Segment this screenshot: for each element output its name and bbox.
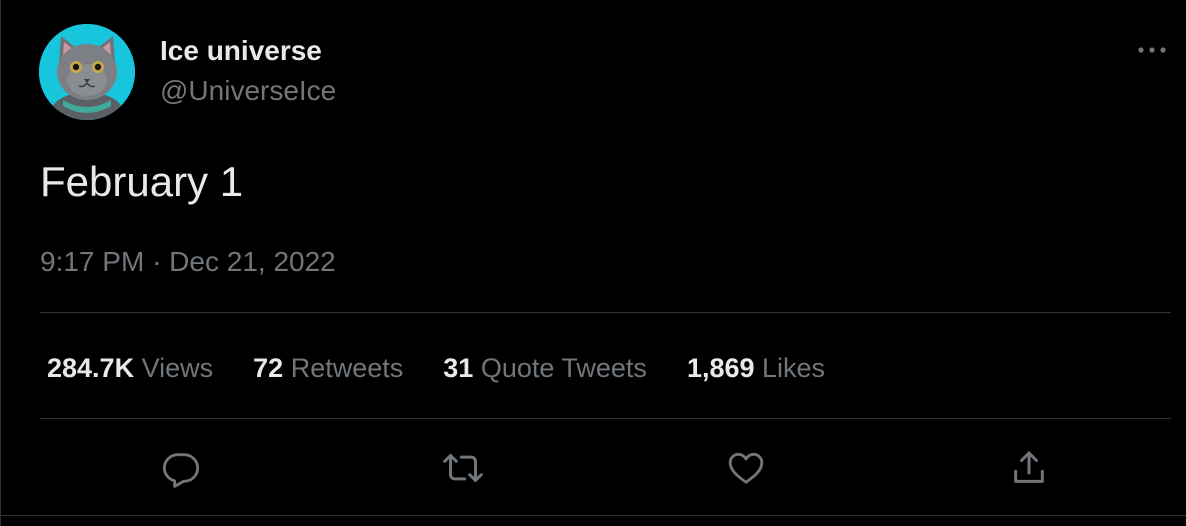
divider-bottom [40, 418, 1171, 419]
like-button[interactable] [724, 446, 768, 490]
retweet-icon [443, 454, 483, 482]
tweet-time-link[interactable]: 9:17 PM [40, 246, 144, 277]
divider-top [40, 312, 1171, 313]
timestamp-separator: · [152, 246, 162, 277]
bottom-border [0, 515, 1186, 516]
share-button[interactable] [1007, 446, 1051, 490]
stat-quote-tweets-label: Quote Tweets [480, 353, 647, 383]
stat-retweets-count: 72 [253, 353, 284, 383]
stat-retweets[interactable]: 72 Retweets [253, 350, 403, 386]
stat-retweets-label: Retweets [290, 353, 404, 383]
cat-avatar-icon [39, 24, 135, 120]
stat-quote-tweets-count: 31 [443, 353, 474, 383]
more-options-icon [1138, 47, 1166, 53]
retweet-button[interactable] [441, 446, 485, 490]
tweet-date-link[interactable]: Dec 21, 2022 [169, 246, 336, 277]
engagement-stats: 284.7K Views 72 Retweets 31 Quote Tweets… [47, 350, 865, 386]
stat-views-count: 284.7K [47, 353, 135, 383]
more-options-button[interactable] [1130, 36, 1174, 64]
stat-views-label: Views [141, 353, 214, 383]
stat-likes-label: Likes [762, 353, 826, 383]
left-border [0, 0, 1, 526]
reply-button[interactable] [159, 446, 203, 490]
share-icon [1014, 451, 1044, 483]
stat-views[interactable]: 284.7K Views [47, 350, 213, 386]
author-handle[interactable]: @UniverseIce [160, 73, 336, 109]
reply-icon [162, 453, 200, 488]
stat-likes[interactable]: 1,869 Likes [687, 350, 825, 386]
stat-quote-tweets[interactable]: 31 Quote Tweets [443, 350, 647, 386]
avatar[interactable] [39, 24, 135, 120]
stat-likes-count: 1,869 [686, 353, 755, 383]
tweet-text: February 1 [40, 158, 244, 205]
tweet-timestamp: 9:17 PM · Dec 21, 2022 [40, 244, 336, 280]
heart-icon [728, 452, 764, 484]
author-display-name[interactable]: Ice universe [160, 33, 322, 69]
